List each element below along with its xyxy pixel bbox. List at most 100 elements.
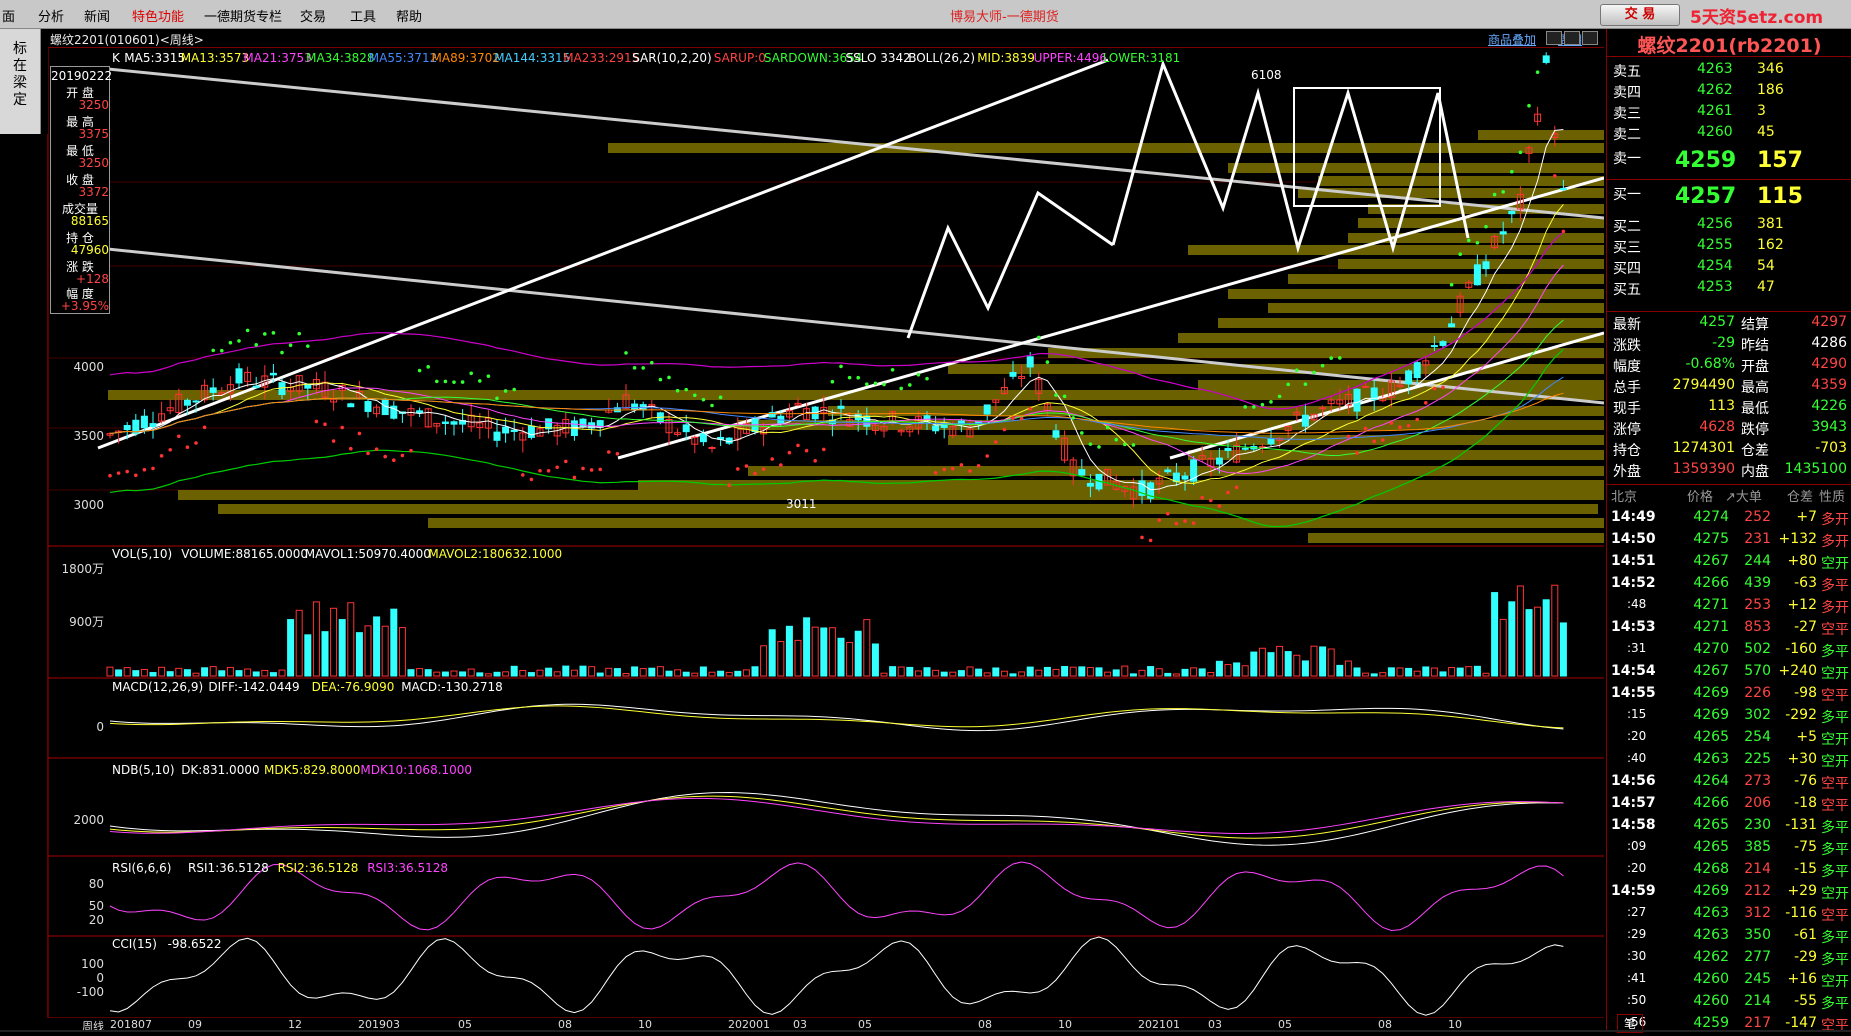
candle-body [1362, 385, 1370, 388]
tick-row[interactable]: :15 4269 302 -292 多平 [1607, 707, 1851, 728]
menu-item-tools[interactable]: 工具 [350, 6, 376, 25]
sar-dot [942, 467, 946, 472]
volume-bars [106, 584, 1567, 677]
menu-bar: 面 分析 新闻 特色功能 一德期货专栏 交易 工具 帮助 博易大师-一德期货 交… [0, 0, 1851, 29]
tick-oi-change: +7 [1796, 509, 1817, 525]
tick-price: 4267 [1693, 663, 1729, 679]
sar-dot [1209, 498, 1213, 503]
tick-row[interactable]: :41 4260 245 +16 空开 [1607, 971, 1851, 992]
menu-item-view[interactable]: 面 [2, 6, 15, 25]
tick-nature: 空开 [1821, 754, 1849, 770]
menu-item-analysis[interactable]: 分析 [38, 6, 64, 25]
tick-row[interactable]: :20 4265 254 +5 空开 [1607, 729, 1851, 750]
restore-icon[interactable] [1582, 31, 1598, 45]
volume-bar [777, 641, 785, 677]
ask-row[interactable]: 卖三 4261 3 [1607, 103, 1851, 124]
tick-volume: 244 [1744, 553, 1771, 569]
main-indicator-label: MA5:3315 [124, 51, 186, 65]
menu-item-trade[interactable]: 交易 [300, 6, 326, 25]
bid-row[interactable]: 买五 4253 47 [1607, 279, 1851, 300]
tick-time: :41 [1627, 971, 1647, 985]
tick-row[interactable]: 14:59 4269 212 +29 空开 [1607, 883, 1851, 904]
info-low: 3250 [78, 156, 109, 170]
ask-row[interactable]: 卖五 4263 346 [1607, 61, 1851, 82]
volume-bar [226, 666, 234, 677]
tick-row[interactable]: 14:53 4271 853 -27 空平 [1607, 619, 1851, 640]
tick-row[interactable]: :40 4263 225 +30 空开 [1607, 751, 1851, 772]
tick-header-cell: 价格 [1687, 490, 1714, 505]
ask-row[interactable]: 卖二 4260 45 [1607, 124, 1851, 145]
volume-bar [828, 627, 836, 677]
candle-body [1224, 447, 1232, 451]
tick-row[interactable]: :29 4263 350 -61 多平 [1607, 927, 1851, 948]
tick-row[interactable]: 14:49 4274 252 +7 多开 [1607, 509, 1851, 530]
sar-dot [744, 464, 749, 468]
menu-item-news[interactable]: 新闻 [84, 6, 110, 25]
cci-indicator-label: -98.6522 [167, 937, 222, 951]
menu-item-features[interactable]: 特色功能 [132, 6, 184, 25]
tick-row[interactable]: :31 4270 502 -160 多平 [1607, 641, 1851, 662]
tick-nature: 多平 [1821, 996, 1849, 1012]
bid-row[interactable]: 买三 4255 162 [1607, 237, 1851, 258]
stat-label: 昨结 [1741, 338, 1769, 354]
volume-bar [484, 673, 492, 677]
menu-item-help[interactable]: 帮助 [396, 6, 422, 25]
volume-bar [183, 669, 191, 677]
volume-bar [1491, 592, 1499, 677]
candle-body [1439, 341, 1447, 346]
volume-bar [527, 672, 535, 677]
stat-value: 3943 [1811, 419, 1847, 435]
tick-row[interactable]: :09 4265 385 -75 多平 [1607, 839, 1851, 860]
overlay-link[interactable]: 商品叠加 [1488, 31, 1536, 48]
sar-dot [710, 403, 714, 408]
ask-row[interactable]: 卖一 4259 157 [1607, 148, 1851, 173]
sar-dot [693, 393, 697, 398]
tick-volume: 385 [1744, 839, 1771, 855]
tick-row[interactable]: :27 4263 312 -116 空平 [1607, 905, 1851, 926]
volume-bar [1336, 664, 1344, 677]
main-indicator-label: MA144:3315 [494, 51, 571, 65]
lock-tab[interactable]: 标在梁定 [0, 29, 41, 134]
candle-body [631, 403, 639, 411]
volume-bar [983, 672, 991, 677]
volume-bar [1276, 645, 1284, 677]
main-indicator-label: SAR(10,2,20) [632, 51, 712, 65]
tick-row[interactable]: :30 4262 277 -29 多平 [1607, 949, 1851, 970]
volume-bar [519, 669, 527, 677]
tick-row[interactable]: 14:50 4275 231 +132 多开 [1607, 531, 1851, 552]
bid-row[interactable]: 买二 4256 381 [1607, 216, 1851, 237]
sar-dot [718, 395, 723, 400]
tick-row[interactable]: 14:51 4267 244 +80 空开 [1607, 553, 1851, 574]
main-indicator-label: UPPER:4496 [1033, 51, 1107, 65]
tick-row[interactable]: 14:56 4264 273 -76 空平 [1607, 773, 1851, 794]
next-icon[interactable] [1564, 31, 1580, 45]
volume-bar [373, 616, 381, 677]
volume-profile-band [948, 435, 1604, 445]
menu-item-column[interactable]: 一德期货专栏 [204, 6, 282, 25]
volume-bar [269, 672, 277, 677]
sar-dot [598, 467, 602, 472]
bid-row[interactable]: 买一 4257 115 [1607, 184, 1851, 209]
volume-profile-band [1318, 176, 1604, 186]
volume-bar [914, 670, 922, 677]
bid-row[interactable]: 买四 4254 54 [1607, 258, 1851, 279]
prev-icon[interactable] [1546, 31, 1562, 45]
tick-row[interactable]: 14:57 4266 206 -18 空平 [1607, 795, 1851, 816]
chart-header: 螺纹2201(010601)<周线> 商品叠加 周期 [48, 29, 1604, 48]
tick-row[interactable]: :20 4268 214 -15 多平 [1607, 861, 1851, 882]
ndb-indicator-label: DK:831.0000 [181, 763, 260, 777]
tick-row[interactable]: :50 4260 214 -55 多平 [1607, 993, 1851, 1014]
tick-row[interactable]: 14:55 4269 226 -98 空平 [1607, 685, 1851, 706]
tick-row[interactable]: 14:54 4267 570 +240 空开 [1607, 663, 1851, 684]
sar-dot [1432, 386, 1437, 391]
tick-row[interactable]: :48 4271 253 +12 多开 [1607, 597, 1851, 618]
volume-bar [355, 632, 363, 677]
tick-price: 4259 [1693, 1015, 1729, 1031]
trade-button[interactable]: 交 易 [1600, 4, 1680, 26]
sar-dot [839, 364, 843, 369]
tick-row[interactable]: 14:52 4266 439 -63 多平 [1607, 575, 1851, 596]
tick-row[interactable]: :56 4259 217 -147 空平 [1607, 1015, 1851, 1036]
tick-volume: 439 [1744, 575, 1771, 591]
tick-row[interactable]: 14:58 4265 230 -131 多平 [1607, 817, 1851, 838]
ask-row[interactable]: 卖四 4262 186 [1607, 82, 1851, 103]
